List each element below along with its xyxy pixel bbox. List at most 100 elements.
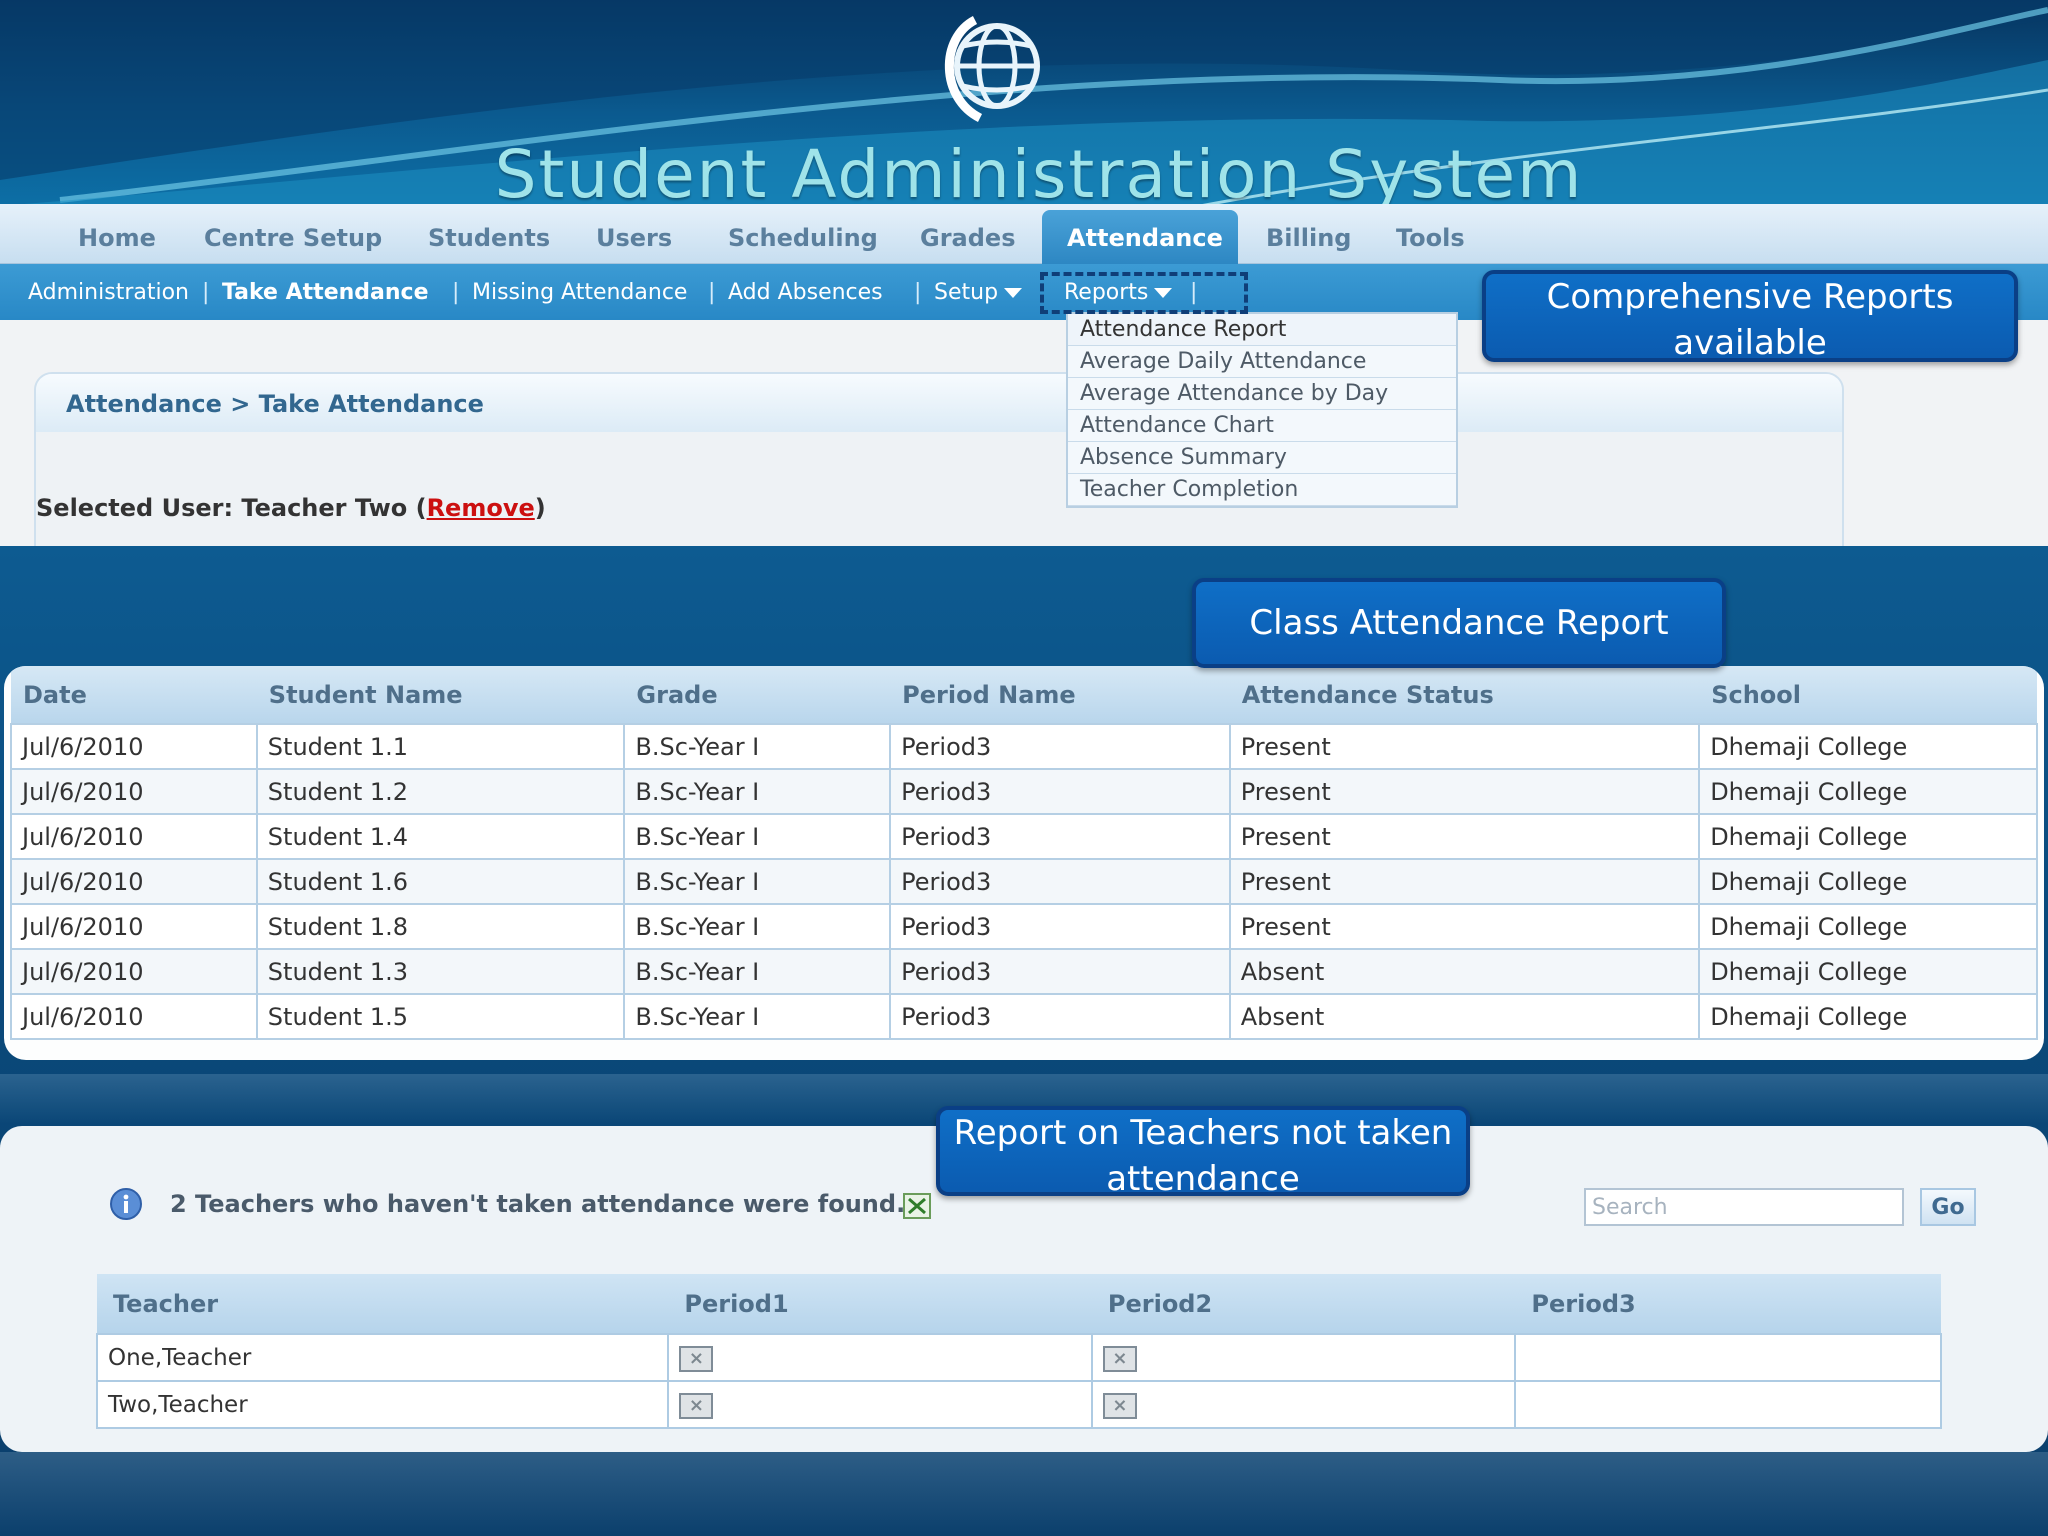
reports-dropdown-menu: Attendance Report Average Daily Attendan…	[1066, 312, 1458, 508]
table-header-row: Teacher Period1 Period2 Period3	[97, 1274, 1941, 1334]
cell-date: Jul/6/2010	[10, 903, 258, 950]
cell-period3	[1514, 1380, 1942, 1429]
main-nav-home[interactable]: Home	[78, 224, 156, 252]
cell-school: Dhemaji College	[1698, 768, 2038, 815]
cell-attendance-status: Present	[1228, 858, 1701, 905]
cell-grade: B.Sc-Year I	[623, 948, 892, 995]
cell-period2: ×	[1090, 1380, 1517, 1429]
cell-school: Dhemaji College	[1698, 993, 2038, 1040]
cell-date: Jul/6/2010	[10, 813, 258, 860]
main-nav-scheduling[interactable]: Scheduling	[728, 224, 878, 252]
main-nav-tools[interactable]: Tools	[1396, 224, 1465, 252]
cell-school: Dhemaji College	[1698, 813, 2038, 860]
cell-student-name: Student 1.5	[255, 993, 626, 1040]
excel-export-icon[interactable]	[902, 1192, 932, 1220]
column-header-period-name[interactable]: Period Name	[890, 666, 1230, 724]
selected-user-label: Selected User: Teacher Two (	[36, 494, 427, 522]
x-mark-icon: ×	[679, 1345, 714, 1372]
cell-period1: ×	[667, 1333, 1093, 1382]
cell-period-name: Period3	[889, 993, 1231, 1040]
cell-grade: B.Sc-Year I	[623, 723, 892, 770]
table-row: Jul/6/2010 Student 1.1 B.Sc-Year I Perio…	[10, 723, 2038, 770]
sub-nav-missing-attendance[interactable]: Missing Attendance	[472, 280, 687, 305]
main-nav: Home Centre Setup Students Users Schedul…	[0, 204, 2048, 266]
table-row: One,Teacher × ×	[95, 1333, 1942, 1382]
cell-school: Dhemaji College	[1698, 723, 2038, 770]
column-header-period2[interactable]: Period2	[1091, 1274, 1516, 1334]
column-header-period3[interactable]: Period3	[1515, 1274, 1941, 1334]
menu-item-absence-summary[interactable]: Absence Summary	[1068, 442, 1456, 474]
main-nav-students[interactable]: Students	[428, 224, 550, 252]
column-header-attendance-status[interactable]: Attendance Status	[1229, 666, 1700, 724]
sub-nav-separator: |	[708, 280, 716, 305]
sub-nav-separator: |	[202, 280, 210, 305]
cell-grade: B.Sc-Year I	[623, 813, 892, 860]
sub-nav-administration[interactable]: Administration	[28, 280, 189, 305]
column-header-date[interactable]: Date	[11, 666, 257, 724]
cell-grade: B.Sc-Year I	[623, 903, 892, 950]
cell-period-name: Period3	[889, 768, 1231, 815]
table-row: Jul/6/2010 Student 1.8 B.Sc-Year I Perio…	[10, 903, 2038, 950]
sub-nav-setup[interactable]: Setup	[934, 280, 1023, 305]
cell-school: Dhemaji College	[1698, 903, 2038, 950]
cell-attendance-status: Present	[1228, 813, 1701, 860]
sub-nav-add-absences[interactable]: Add Absences	[728, 280, 883, 305]
menu-item-teacher-completion[interactable]: Teacher Completion	[1068, 474, 1456, 506]
menu-item-average-daily-attendance[interactable]: Average Daily Attendance	[1068, 346, 1456, 378]
info-icon	[110, 1188, 142, 1220]
column-header-school[interactable]: School	[1699, 666, 2037, 724]
cell-period-name: Period3	[889, 723, 1231, 770]
cell-date: Jul/6/2010	[10, 768, 258, 815]
column-header-grade[interactable]: Grade	[624, 666, 891, 724]
cell-period-name: Period3	[889, 903, 1231, 950]
main-nav-attendance[interactable]: Attendance	[1067, 224, 1223, 252]
table-row: Jul/6/2010 Student 1.6 B.Sc-Year I Perio…	[10, 858, 2038, 905]
cell-grade: B.Sc-Year I	[623, 858, 892, 905]
selected-user: Selected User: Teacher Two (Remove)	[36, 494, 546, 522]
x-mark-icon: ×	[1102, 1345, 1137, 1372]
column-header-period1[interactable]: Period1	[668, 1274, 1092, 1334]
column-header-student-name[interactable]: Student Name	[256, 666, 625, 724]
cell-school: Dhemaji College	[1698, 858, 2038, 905]
teachers-table: Teacher Period1 Period2 Period3 One,Teac…	[95, 1274, 1942, 1429]
cell-attendance-status: Absent	[1228, 948, 1701, 995]
go-button[interactable]: Go	[1920, 1188, 1976, 1226]
chevron-down-icon	[1004, 288, 1023, 298]
main-nav-billing[interactable]: Billing	[1266, 224, 1351, 252]
callout-class-attendance-report: Class Attendance Report	[1192, 578, 1726, 668]
class-attendance-table: Date Student Name Grade Period Name Atte…	[10, 666, 2038, 1040]
cell-teacher: Two,Teacher	[95, 1380, 670, 1429]
cell-student-name: Student 1.3	[255, 948, 626, 995]
menu-item-average-attendance-by-day[interactable]: Average Attendance by Day	[1068, 378, 1456, 410]
cell-period2: ×	[1090, 1333, 1517, 1382]
class-attendance-report: Date Student Name Grade Period Name Atte…	[4, 666, 2044, 1060]
main-nav-users[interactable]: Users	[596, 224, 672, 252]
cell-school: Dhemaji College	[1698, 948, 2038, 995]
table-header-row: Date Student Name Grade Period Name Atte…	[11, 666, 2037, 724]
menu-item-attendance-report[interactable]: Attendance Report	[1068, 314, 1456, 346]
main-nav-centre-setup[interactable]: Centre Setup	[204, 224, 382, 252]
table-row: Jul/6/2010 Student 1.3 B.Sc-Year I Perio…	[10, 948, 2038, 995]
cell-period-name: Period3	[889, 948, 1231, 995]
menu-item-attendance-chart[interactable]: Attendance Chart	[1068, 410, 1456, 442]
cell-period-name: Period3	[889, 858, 1231, 905]
column-header-teacher[interactable]: Teacher	[97, 1274, 669, 1334]
attendance-panel-header: Attendance > Take Attendance	[36, 374, 1842, 432]
cell-student-name: Student 1.4	[255, 813, 626, 860]
x-mark-icon: ×	[679, 1392, 714, 1419]
main-nav-grades[interactable]: Grades	[920, 224, 1015, 252]
table-row: Two,Teacher × ×	[95, 1380, 1942, 1429]
cell-date: Jul/6/2010	[10, 723, 258, 770]
search-input[interactable]	[1584, 1188, 1904, 1226]
globe-logo-icon	[944, 16, 1040, 123]
cell-teacher: One,Teacher	[95, 1333, 670, 1382]
teachers-found-message: 2 Teachers who haven't taken attendance …	[170, 1190, 906, 1218]
sub-nav-separator: |	[452, 280, 460, 305]
cell-date: Jul/6/2010	[10, 858, 258, 905]
bottom-reflection	[0, 1452, 2048, 1536]
sub-nav-take-attendance[interactable]: Take Attendance	[222, 280, 429, 305]
cell-attendance-status: Absent	[1228, 993, 1701, 1040]
cell-date: Jul/6/2010	[10, 948, 258, 995]
remove-link[interactable]: Remove	[427, 494, 535, 522]
cell-period3	[1514, 1333, 1942, 1382]
